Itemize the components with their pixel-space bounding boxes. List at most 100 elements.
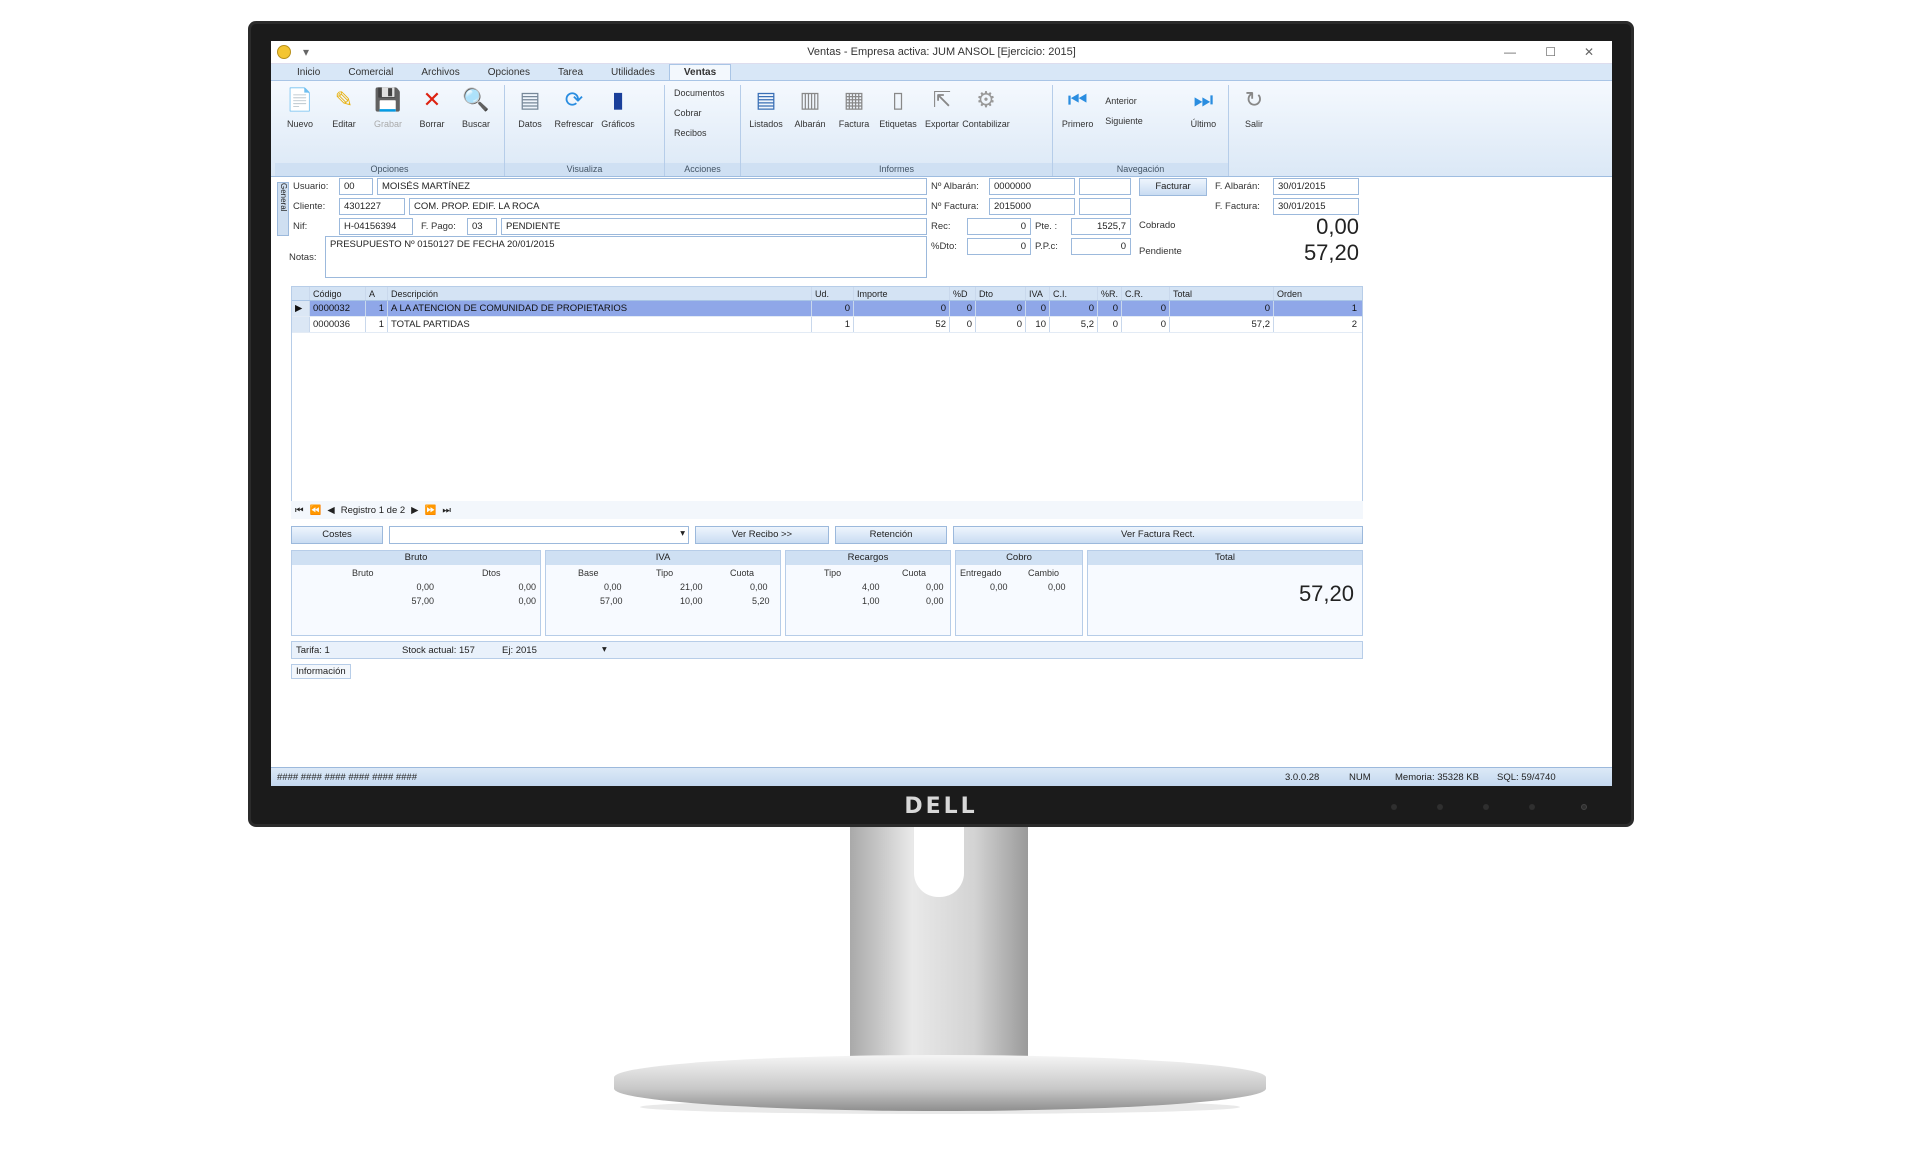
minimize-icon[interactable]: — — [1504, 45, 1516, 59]
exit-icon: ↻ — [1244, 87, 1264, 112]
fpago-code-field[interactable]: 03 — [467, 218, 497, 235]
iva-tipo-r2: 10,00 — [680, 596, 703, 606]
cliente-code-field[interactable]: 4301227 — [339, 198, 405, 215]
salir-button[interactable]: ↻ Salir — [1232, 85, 1276, 176]
ultimo-label: Último — [1190, 119, 1217, 129]
chevron-down-icon[interactable]: ▾ — [602, 644, 607, 655]
col-total[interactable]: Total — [1170, 287, 1274, 300]
nuevo-label: Nuevo — [286, 119, 313, 129]
cambio-col-label: Cambio — [1028, 568, 1060, 578]
bezel-button[interactable] — [1437, 804, 1443, 810]
table-row[interactable]: ▶ 0000032 1 A LA ATENCION DE COMUNIDAD D… — [292, 301, 1362, 317]
cell-pcr: 0 — [1098, 317, 1122, 332]
ver-factura-rect-button[interactable]: Ver Factura Rect. — [953, 526, 1363, 544]
prev-record-nav-icon[interactable]: ◀ — [327, 505, 334, 516]
rec-field[interactable]: 0 — [967, 218, 1031, 235]
col-pcr[interactable]: %R. — [1098, 287, 1122, 300]
list-icon: ▤ — [755, 87, 777, 112]
tab-tarea[interactable]: Tarea — [544, 65, 597, 80]
cell-dto: 0 — [976, 301, 1026, 316]
dtos-col-label: Dtos — [482, 568, 501, 578]
tab-archivos[interactable]: Archivos — [407, 65, 473, 80]
tab-inicio[interactable]: Inicio — [283, 65, 334, 80]
recibos-button[interactable]: Recibos — [668, 125, 737, 145]
last-record-nav-icon[interactable]: ⏭ — [442, 505, 451, 516]
cell-dto: 0 — [976, 317, 1026, 332]
costes-select[interactable]: ▾ — [389, 526, 689, 544]
tab-comercial[interactable]: Comercial — [334, 65, 407, 80]
close-icon[interactable]: ✕ — [1584, 45, 1594, 59]
dto-field[interactable]: 0 — [967, 238, 1031, 255]
costes-button[interactable]: Costes — [291, 526, 383, 544]
col-iva[interactable]: IVA — [1026, 287, 1050, 300]
tab-utilidades[interactable]: Utilidades — [597, 65, 669, 80]
total-title: Total — [1088, 551, 1362, 565]
nalbaran-field[interactable]: 0000000 — [989, 178, 1075, 195]
usuario-code-field[interactable]: 00 — [339, 178, 373, 195]
anterior-button[interactable]: Anterior — [1099, 93, 1182, 113]
cell-total: 0 — [1170, 301, 1274, 316]
recargo-cuota-col-label: Cuota — [902, 568, 927, 578]
pte-field[interactable]: 1525,7 — [1071, 218, 1131, 235]
usuario-name-field[interactable]: MOISÉS MARTÍNEZ — [377, 178, 927, 195]
fpago-name-field[interactable]: PENDIENTE — [501, 218, 927, 235]
col-cr[interactable]: C.R. — [1122, 287, 1170, 300]
ribbon-group-navegacion: ⏮ Primero Anterior Siguiente ⏭ Último Nave… — [1053, 85, 1229, 176]
ribbon-group-opciones: 📄 Nuevo ✎ Editar 💾 Grabar ✕ Borrar 🔍 Buscar O… — [275, 85, 505, 176]
cliente-name-field[interactable]: COM. PROP. EDIF. LA ROCA — [409, 198, 927, 215]
tab-informacion[interactable]: Información — [291, 664, 351, 679]
col-dto[interactable]: Dto — [976, 287, 1026, 300]
cell-pcd: 0 — [950, 301, 976, 316]
col-a[interactable]: A — [366, 287, 388, 300]
bruto-title: Bruto — [292, 551, 540, 565]
ppc-field[interactable]: 0 — [1071, 238, 1131, 255]
ffactura-field[interactable]: 30/01/2015 — [1273, 198, 1359, 215]
ver-recibo-button[interactable]: Ver Recibo >> — [695, 526, 829, 544]
prev-page-nav-icon[interactable]: ⏪ — [310, 505, 322, 516]
record-navigator: ⏮ ⏪ ◀ Registro 1 de 2 ▶ ⏩ ⏭ — [291, 501, 1363, 519]
ejercicio-select[interactable]: Ej: 2015 — [502, 645, 537, 656]
first-record-nav-icon[interactable]: ⏮ — [295, 505, 304, 516]
col-codigo[interactable]: Código — [310, 287, 366, 300]
bezel-button[interactable] — [1529, 804, 1535, 810]
cobrar-button[interactable]: Cobrar — [668, 105, 737, 125]
bruto-col-label: Bruto — [352, 568, 374, 578]
bar-chart-icon: ▮ — [611, 87, 625, 112]
col-ci[interactable]: C.I. — [1050, 287, 1098, 300]
nif-label: Nif: — [293, 221, 308, 232]
documentos-button[interactable]: Documentos — [668, 85, 737, 105]
power-button[interactable] — [1581, 804, 1587, 810]
notas-field[interactable]: PRESUPUESTO Nº 0150127 DE FECHA 20/01/20… — [325, 236, 927, 278]
editar-label: Editar — [332, 119, 356, 129]
next-record-nav-icon[interactable]: ▶ — [411, 505, 418, 516]
tab-opciones[interactable]: Opciones — [474, 65, 544, 80]
retencion-button[interactable]: Retención — [835, 526, 947, 544]
totals-panel: Bruto Bruto Dtos 0,00 0,00 57,00 0,00 IV… — [291, 550, 1608, 636]
nfactura-field[interactable]: 2015000 — [989, 198, 1075, 215]
cell-pcd: 0 — [950, 317, 976, 332]
col-pcd[interactable]: %D — [950, 287, 976, 300]
col-orden[interactable]: Orden — [1274, 287, 1360, 300]
nfactura-extra-field[interactable] — [1079, 198, 1131, 215]
tab-ventas[interactable]: Ventas — [668, 64, 732, 80]
iva-tipo-r1: 21,00 — [680, 582, 703, 592]
nalbaran-extra-field[interactable] — [1079, 178, 1131, 195]
salir-label: Salir — [1244, 119, 1263, 129]
facturar-button[interactable]: Facturar — [1139, 178, 1207, 196]
bezel-button[interactable] — [1391, 804, 1397, 810]
col-ud[interactable]: Ud. — [812, 287, 854, 300]
col-descripcion[interactable]: Descripción — [388, 287, 812, 300]
table-row[interactable]: 0000036 1 TOTAL PARTIDAS 1 52 0 0 10 5,2… — [292, 317, 1362, 333]
next-page-nav-icon[interactable]: ⏩ — [424, 505, 436, 516]
bezel-button[interactable] — [1483, 804, 1489, 810]
side-tab-general[interactable]: General — [277, 182, 289, 236]
siguiente-button[interactable]: Siguiente — [1099, 113, 1182, 133]
ribbon-group-informes: ▤ Listados ▥ Albarán ▦ Factura ▯ Etiquetas ⇱… — [741, 85, 1053, 176]
notas-label: Notas: — [289, 252, 317, 263]
nif-field[interactable]: H-04156394 — [339, 218, 413, 235]
col-importe[interactable]: Importe — [854, 287, 950, 300]
data-icon: ▤ — [519, 87, 541, 112]
cell-pcr: 0 — [1098, 301, 1122, 316]
falbaran-field[interactable]: 30/01/2015 — [1273, 178, 1359, 195]
maximize-icon[interactable]: ☐ — [1545, 45, 1556, 59]
